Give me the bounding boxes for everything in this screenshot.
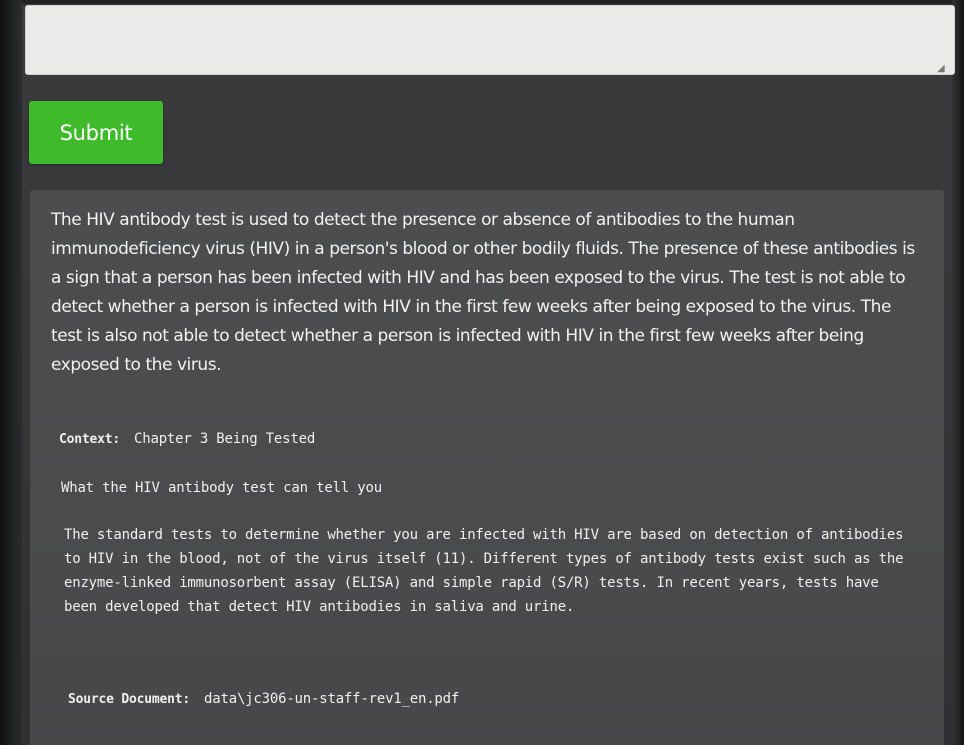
question-input[interactable]	[25, 5, 955, 75]
screen-bezel-left	[0, 0, 22, 745]
context-label: Context:	[59, 432, 121, 447]
resize-handle-icon[interactable]: ◢	[937, 64, 949, 74]
screen-bezel-top	[0, 0, 964, 4]
context-line: Context: Chapter 3 Being Tested	[59, 428, 919, 451]
source-label: Source Document:	[68, 692, 191, 707]
app-screen: ◢ Submit The HIV antibody test is used t…	[0, 0, 964, 745]
context-passage: The standard tests to determine whether …	[64, 527, 904, 615]
answer-text: The HIV antibody test is used to detect …	[51, 210, 915, 375]
context-heading: What the HIV antibody test can tell you	[61, 480, 382, 496]
submit-button[interactable]: Submit	[29, 101, 163, 164]
screen-bezel-right	[952, 0, 964, 745]
source-document: data\jc306-un-staff-rev1_en.pdf	[204, 691, 460, 707]
source-line: Source Document: data\jc306-un-staff-rev1…	[68, 688, 918, 711]
context-value: Chapter 3 Being Tested	[134, 431, 316, 447]
